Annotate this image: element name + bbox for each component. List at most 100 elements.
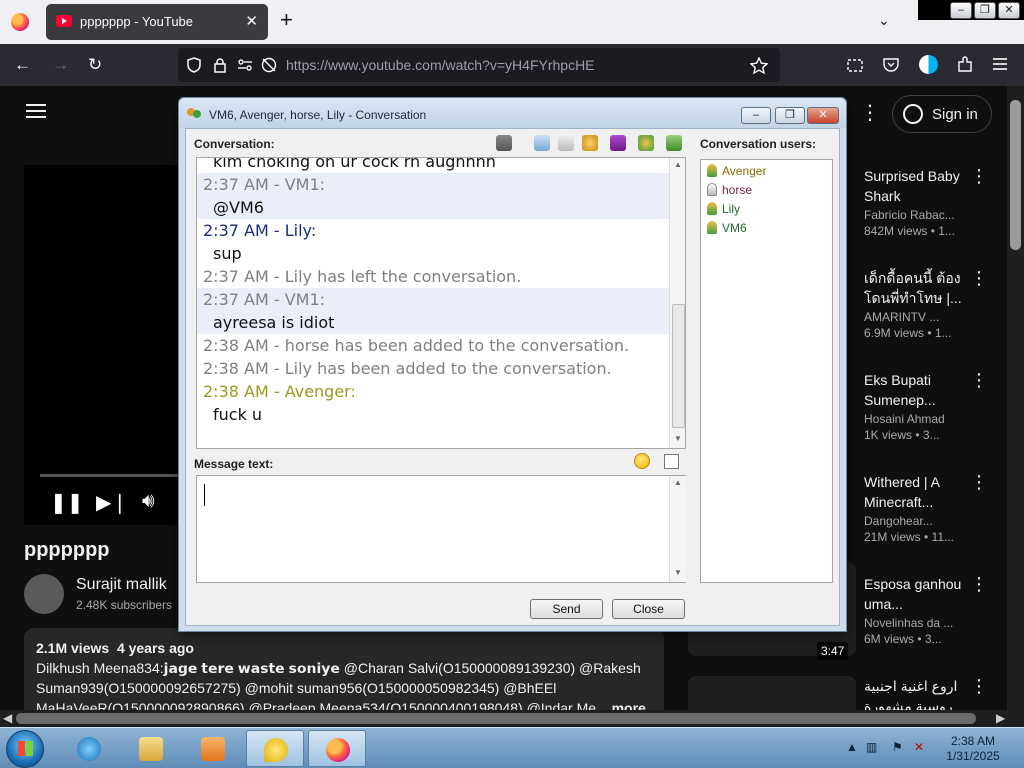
more-actions-icon[interactable]: ⋮ xyxy=(970,370,988,391)
conversation-users-list[interactable]: Avenger horse Lily VM6 xyxy=(700,159,833,583)
taskbar-media-player[interactable] xyxy=(184,730,242,767)
transcript-scrollbar[interactable]: ▲ ▼ xyxy=(669,158,685,448)
emoticon-icon[interactable] xyxy=(634,453,650,469)
tab-close-icon[interactable]: ✕ xyxy=(245,12,258,30)
autoplay-blocked-icon[interactable] xyxy=(260,57,278,73)
scroll-left-icon[interactable]: ◀ xyxy=(3,711,12,725)
permissions-icon[interactable] xyxy=(236,57,254,73)
extensions-puzzle-icon[interactable] xyxy=(956,56,974,74)
recommendation-item[interactable]: Eks Bupati Sumenep... Hosaini Ahmad 1K v… xyxy=(864,370,1004,442)
list-all-tabs-icon[interactable]: ⌄ xyxy=(878,12,890,29)
scroll-down-icon[interactable]: ▼ xyxy=(674,568,682,577)
conversation-transcript[interactable]: kim choking on ur cock rn augnnnn 2:37 A… xyxy=(196,157,686,449)
user-item[interactable]: VM6 xyxy=(707,221,747,235)
recommendation-title[interactable]: Minecraft... xyxy=(864,492,1004,512)
show-hidden-icons[interactable]: ▲ xyxy=(846,740,858,754)
file-transfer-icon[interactable] xyxy=(558,135,574,151)
taskbar-internet-explorer[interactable] xyxy=(60,730,118,767)
recommendation-thumbnail[interactable] xyxy=(688,676,856,710)
taskbar-file-explorer[interactable] xyxy=(122,730,180,767)
lock-icon[interactable] xyxy=(212,57,228,73)
close-window-button[interactable]: ✕ xyxy=(998,2,1020,19)
video-description[interactable]: 2.1M views 4 years ago Dilkhush Meena834… xyxy=(24,628,664,710)
url-text[interactable]: https://www.youtube.com/watch?v=yH4FYrhp… xyxy=(286,57,595,73)
scroll-up-icon[interactable]: ▲ xyxy=(674,478,682,487)
user-item[interactable]: Avenger xyxy=(707,164,766,178)
restore-button[interactable]: ❐ xyxy=(974,2,996,19)
invite-users-icon[interactable] xyxy=(638,135,654,151)
forward-icon[interactable]: → xyxy=(52,55,69,75)
user-item[interactable]: Lily xyxy=(707,202,740,216)
pocket-icon[interactable] xyxy=(882,56,900,74)
more-actions-icon[interactable]: ⋮ xyxy=(970,676,988,697)
channel-avatar[interactable] xyxy=(24,574,64,614)
show-more-link[interactable]: ...more xyxy=(600,700,646,710)
tab-youtube[interactable]: ppppppp - YouTube ✕ xyxy=(46,4,268,40)
format-text-icon[interactable] xyxy=(664,454,679,469)
dialog-maximize-button[interactable]: ❐ xyxy=(775,107,805,124)
recommendation-item[interactable]: اروع اغنية اجنبية روسية مشهورة ⋮ xyxy=(864,676,1004,710)
user-item[interactable]: horse xyxy=(707,183,752,197)
pause-icon[interactable]: ❚❚ xyxy=(50,490,84,515)
nudge-icon[interactable] xyxy=(582,135,598,151)
scroll-right-icon[interactable]: ▶ xyxy=(996,711,1005,725)
new-tab-button[interactable]: + xyxy=(280,9,293,31)
video-call-icon[interactable] xyxy=(610,135,626,151)
channel-name[interactable]: Surajit mallik xyxy=(76,576,167,594)
system-clock[interactable]: 2:38 AM 1/31/2025 xyxy=(932,734,1014,764)
send-button[interactable]: Send xyxy=(530,599,603,619)
minimize-button[interactable]: – xyxy=(950,2,972,19)
dark-reader-extension-icon[interactable] xyxy=(919,55,938,74)
shield-icon[interactable] xyxy=(186,57,202,73)
recommendation-item[interactable]: Withered | A Minecraft... Dangohear... 2… xyxy=(864,472,1004,544)
block-icon[interactable] xyxy=(496,135,512,151)
sign-in-button[interactable]: Sign in xyxy=(892,95,992,133)
page-vertical-scrollbar[interactable] xyxy=(1007,86,1024,710)
recommendation-item[interactable]: Esposa ganhou uma... Novelinhas da ... 6… xyxy=(864,574,1004,646)
bookmark-star-icon[interactable] xyxy=(750,57,768,74)
reload-icon[interactable]: ↻ xyxy=(88,55,102,75)
recommendation-title[interactable]: โดนพี่ทำโทษ |... xyxy=(864,288,1004,308)
text-caret xyxy=(204,484,205,506)
dialog-minimize-button[interactable]: – xyxy=(741,107,771,124)
scrollbar-thumb[interactable] xyxy=(16,713,976,724)
more-actions-icon[interactable]: ⋮ xyxy=(970,574,988,595)
start-button[interactable] xyxy=(6,730,44,768)
conversation-title-bar[interactable]: VM6, Avenger, horse, Lily - Conversation… xyxy=(179,98,846,128)
more-actions-icon[interactable]: ⋮ xyxy=(970,472,988,493)
recommendation-title[interactable]: روسية مشهورة xyxy=(864,696,1004,710)
volume-muted-icon[interactable]: ✕ xyxy=(914,740,924,754)
page-horizontal-scrollbar[interactable]: ◀ ▶ xyxy=(0,710,1024,727)
recommendation-item[interactable]: เด็กดื้อคนนี้ ต้อง โดนพี่ทำโทษ |... AMAR… xyxy=(864,268,1004,340)
close-button[interactable]: Close xyxy=(612,599,685,619)
message-scrollbar[interactable]: ▲ ▼ xyxy=(669,476,686,582)
settings-kebab-icon[interactable]: ⋮ xyxy=(860,100,880,125)
guide-menu-icon[interactable] xyxy=(26,104,46,118)
back-icon[interactable]: ← xyxy=(14,55,31,75)
scrollbar-thumb[interactable] xyxy=(672,304,685,428)
scroll-down-icon[interactable]: ▼ xyxy=(674,434,682,443)
history-icon[interactable] xyxy=(534,135,550,151)
taskbar-firefox[interactable] xyxy=(308,730,366,767)
more-actions-icon[interactable]: ⋮ xyxy=(970,268,988,289)
dialog-close-button[interactable]: ✕ xyxy=(807,107,839,124)
scrollbar-thumb[interactable] xyxy=(1010,100,1021,250)
message-input-box[interactable]: ▲ ▼ xyxy=(196,475,686,583)
volume-icon[interactable]: 🔊︎ xyxy=(142,490,155,513)
message-input[interactable] xyxy=(201,480,667,578)
screenshot-icon[interactable] xyxy=(846,56,864,74)
recommendation-item[interactable]: Surprised Baby Shark Fabricio Rabac... 8… xyxy=(864,166,1004,238)
action-center-flag-icon[interactable]: ⚑ xyxy=(892,740,903,754)
network-icon[interactable]: ▥ xyxy=(866,740,877,754)
address-bar[interactable]: https://www.youtube.com/watch?v=yH4FYrhp… xyxy=(178,48,780,82)
app-menu-icon[interactable] xyxy=(992,57,1008,71)
recommendation-title[interactable]: Shark xyxy=(864,186,1004,206)
recommendation-title[interactable]: uma... xyxy=(864,594,1004,614)
taskbar-messenger[interactable] xyxy=(246,730,304,767)
scroll-up-icon[interactable]: ▲ xyxy=(674,160,682,169)
more-actions-icon[interactable]: ⋮ xyxy=(970,166,988,187)
next-icon[interactable]: ▶❘ xyxy=(96,490,128,515)
leave-conversation-icon[interactable] xyxy=(666,135,682,151)
recommendation-title[interactable]: Sumenep... xyxy=(864,390,1004,410)
message-header: 2:37 AM - Lily: xyxy=(203,221,317,240)
